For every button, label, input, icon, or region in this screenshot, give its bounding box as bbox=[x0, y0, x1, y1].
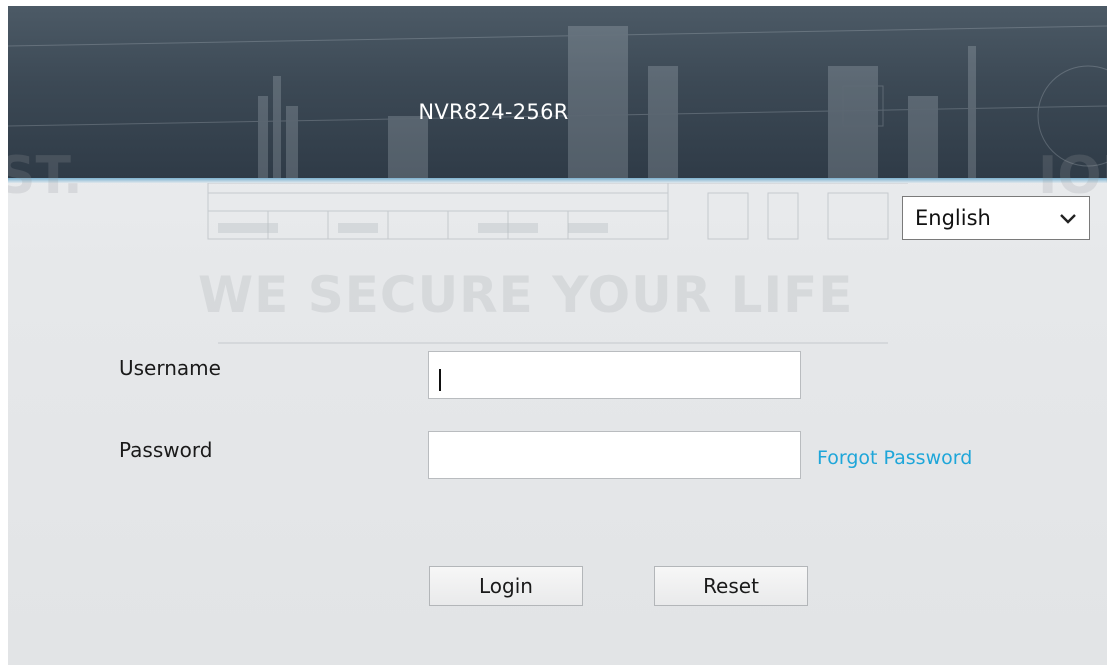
login-button[interactable]: Login bbox=[429, 566, 583, 606]
login-panel: NVR824-256R ST. IOU WE SECURE bbox=[8, 6, 1107, 665]
device-model-title: NVR824-256R bbox=[8, 100, 1107, 124]
header-banner: NVR824-256R bbox=[8, 6, 1107, 178]
password-label: Password bbox=[119, 438, 213, 462]
username-input[interactable] bbox=[428, 351, 801, 399]
password-input[interactable] bbox=[428, 431, 801, 479]
forgot-password-link[interactable]: Forgot Password bbox=[817, 447, 972, 469]
watermark-left-text: ST. bbox=[8, 146, 83, 206]
username-label: Username bbox=[119, 356, 221, 380]
watermark-slogan: WE SECURE YOUR LIFE bbox=[198, 266, 854, 324]
chevron-down-icon bbox=[1060, 214, 1076, 224]
header-skyline-graphic bbox=[8, 25, 1107, 178]
reset-button[interactable]: Reset bbox=[654, 566, 808, 606]
language-select[interactable]: English bbox=[902, 196, 1090, 240]
text-caret bbox=[439, 369, 441, 391]
language-selected-value: English bbox=[915, 206, 991, 230]
device-model-text: NVR824-256R bbox=[418, 100, 569, 124]
